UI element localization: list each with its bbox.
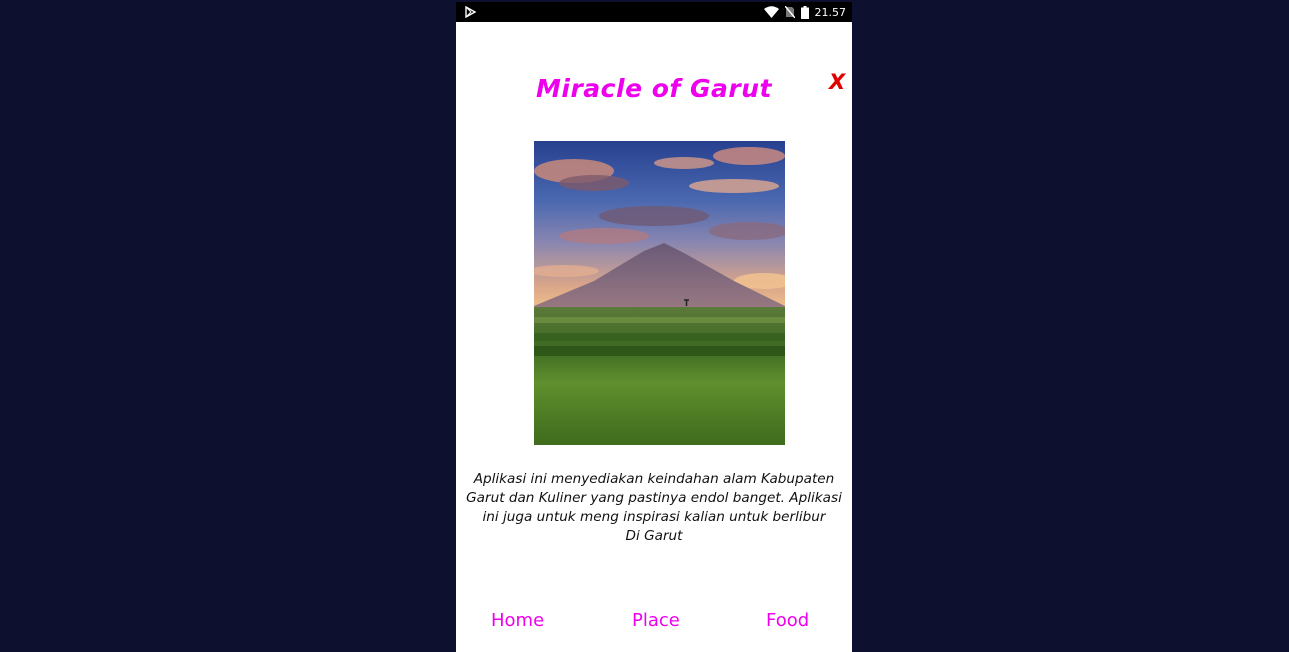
app-description: Aplikasi ini menyediakan keindahan alam … (466, 471, 842, 544)
app-screen: 21.57 Miracle of Garut X Aplikasi ini me… (456, 2, 852, 652)
nav-home[interactable]: Home (491, 610, 544, 631)
hero-image (534, 141, 785, 445)
play-store-icon (465, 6, 477, 18)
close-button[interactable]: X (829, 70, 845, 94)
battery-icon (800, 5, 809, 19)
no-sim-icon (784, 6, 795, 18)
wifi-icon (763, 6, 779, 18)
status-bar: 21.57 (456, 2, 852, 22)
nav-place[interactable]: Place (632, 610, 680, 631)
page-title: Miracle of Garut (536, 74, 772, 103)
status-time: 21.57 (814, 5, 847, 19)
nav-food[interactable]: Food (766, 610, 809, 631)
status-icons: 21.57 (763, 4, 847, 20)
